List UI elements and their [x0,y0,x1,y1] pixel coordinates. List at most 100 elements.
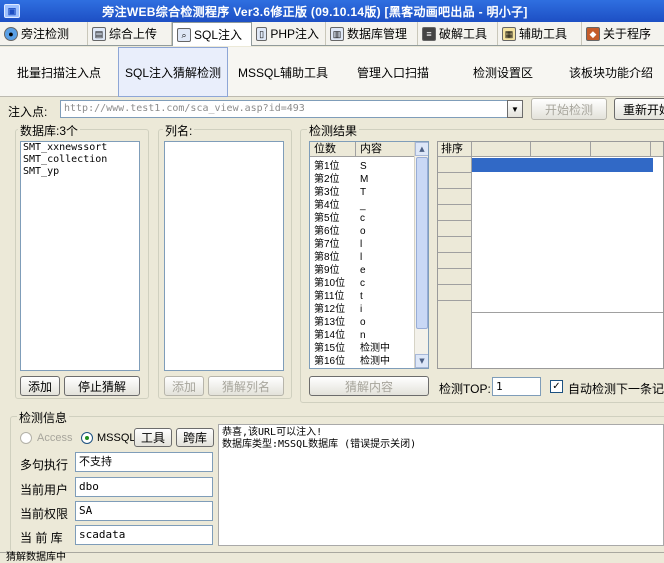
row-header [438,237,471,253]
scroll-thumb[interactable] [416,157,428,329]
cell-position: 第6位 [314,226,340,237]
tab-php-injection[interactable]: ▯ PHP注入 [252,22,326,45]
table-row[interactable]: 第12位 i [310,303,412,316]
mssql-radio[interactable] [81,432,93,444]
sql-icon: ⌕ [177,27,191,42]
subtab-settings[interactable]: 检测设置区 [448,47,558,97]
cell-content: e [360,265,366,276]
cell-position: 第16位 [314,356,346,367]
title-bar: ▣ 旁注WEB综合检测程序 Ver3.6修正版 (09.10.14版) [黑客动… [0,0,664,22]
main-tab-bar: ● 旁注检测 ▤ 综合上传 ⌕ SQL注入 ▯ PHP注入 ▥ 数据库管理 ≡ … [0,22,664,46]
subtab-mssql-tools[interactable]: MSSQL辅助工具 [228,47,338,97]
col-header-position: 位数 [310,142,356,156]
subtab-help[interactable]: 该板块功能介绍 [558,47,664,97]
app-icon: ▣ [4,4,20,18]
list-item[interactable]: SMT_yp [21,166,139,178]
table-row[interactable]: 第9位 e [310,264,412,277]
add-column-button[interactable]: 添加 [164,376,204,396]
top-label: 检测TOP: [439,382,491,396]
guess-columns-button[interactable]: 猜解列名 [208,376,284,396]
globe-icon: ● [4,26,18,41]
col-divider [590,142,591,157]
cell-content: l [360,239,363,250]
stop-guess-button[interactable]: 停止猜解 [64,376,140,396]
tab-sql-injection[interactable]: ⌕ SQL注入 [172,22,252,46]
tools-button[interactable]: 工具 [134,428,172,447]
mssql-label: MSSQL [97,432,136,444]
tab-crack-tools[interactable]: ≡ 破解工具 [418,22,498,45]
columns-list[interactable] [164,141,284,371]
sort-grid[interactable]: 排序 [437,141,664,369]
cell-content: t [360,291,363,302]
tab-helper-tools[interactable]: ▦ 辅助工具 [498,22,582,45]
subtab-batch-scan[interactable]: 批量扫描注入点 [0,47,118,97]
subtab-admin-scan[interactable]: 管理入口扫描 [338,47,448,97]
database-list[interactable]: SMT_xxnewssort SMT_collection SMT_yp [20,141,140,371]
add-database-button[interactable]: 添加 [20,376,60,396]
selected-row[interactable] [472,158,653,172]
message-box[interactable]: 恭喜,该URL可以注入! 数据库类型:MSSQL数据库 (错误提示关闭) [218,424,664,546]
table-row[interactable]: 第7位 l [310,238,412,251]
list-item[interactable]: SMT_collection [21,154,139,166]
current-user-field[interactable]: dbo [75,477,213,497]
cross-library-button[interactable]: 跨库 [176,428,214,447]
tab-side-injection[interactable]: ● 旁注检测 [0,22,88,45]
table-row[interactable]: 第5位 c [310,212,412,225]
cell-position: 第7位 [314,239,340,250]
cell-content: _ [360,200,366,211]
cell-content: c [360,213,365,224]
cell-position: 第3位 [314,187,340,198]
results-scrollbar[interactable]: ▲ ▼ [414,142,428,368]
list-item[interactable]: SMT_xxnewssort [21,142,139,154]
database-icon: ▥ [330,26,344,41]
table-row[interactable]: 第11位 t [310,290,412,303]
cell-position: 第15位 [314,343,346,354]
row-header [438,221,471,237]
multi-exec-field[interactable]: 不支持 [75,452,213,472]
guess-content-button[interactable]: 猜解内容 [309,376,429,396]
tab-label: 关于程序 [603,27,652,41]
results-grid[interactable]: 位数 内容 第1位 S 第2位 M 第3位 T 第4位 _ 第5位 c 第6位 o 第7位 l 第8位 l 第9… [309,141,429,369]
top-input[interactable]: 1 [492,377,541,396]
table-row[interactable]: 第6位 o [310,225,412,238]
table-row[interactable]: 第10位 c [310,277,412,290]
table-row[interactable]: 第4位 _ [310,199,412,212]
table-row[interactable]: 第2位 M [310,173,412,186]
table-row[interactable]: 第16位 检测中 [310,355,412,368]
access-radio[interactable] [20,432,32,444]
database-count-label: 数据库:3个 [18,122,81,139]
col-divider [530,142,531,157]
injection-url-input[interactable]: http://www.test1.com/sca_view.asp?id=493 [60,100,508,118]
cell-content: o [360,226,366,237]
subtab-sql-guess[interactable]: SQL注入猜解检测 [118,47,228,97]
scroll-down-icon[interactable]: ▼ [415,354,428,368]
current-perm-field[interactable]: SA [75,501,213,521]
tab-about[interactable]: ◆ 关于程序 [582,22,664,45]
cell-position: 第14位 [314,330,346,341]
sort-grid-colheaders [472,142,663,157]
row-header [438,157,471,173]
tab-upload[interactable]: ▤ 综合上传 [88,22,172,45]
row-header [438,173,471,189]
tab-label: 辅助工具 [519,27,568,41]
table-row[interactable]: 第13位 o [310,316,412,329]
table-row[interactable]: 第8位 l [310,251,412,264]
start-detect-button[interactable]: 开始检测 [531,98,607,120]
table-row[interactable]: 第14位 n [310,329,412,342]
table-row[interactable]: 第15位 检测中 [310,342,412,355]
table-row[interactable]: 第1位 S [310,160,412,173]
php-icon: ▯ [256,26,268,41]
status-bar: 猜解数据库中 [0,552,664,563]
current-db-field[interactable]: scadata [75,525,213,545]
table-row[interactable]: 第3位 T [310,186,412,199]
field-label-current-user: 当前用户 [20,483,69,497]
restart-button[interactable]: 重新开始 [614,98,664,120]
tab-database-manage[interactable]: ▥ 数据库管理 [326,22,418,45]
chevron-down-icon[interactable]: ▼ [507,100,523,118]
cell-position: 第10位 [314,278,346,289]
scroll-up-icon[interactable]: ▲ [415,142,428,156]
cell-position: 第2位 [314,174,340,185]
auto-next-checkbox[interactable]: ✓ [550,380,563,393]
results-label: 检测结果 [307,122,360,139]
cell-content: i [360,304,363,315]
